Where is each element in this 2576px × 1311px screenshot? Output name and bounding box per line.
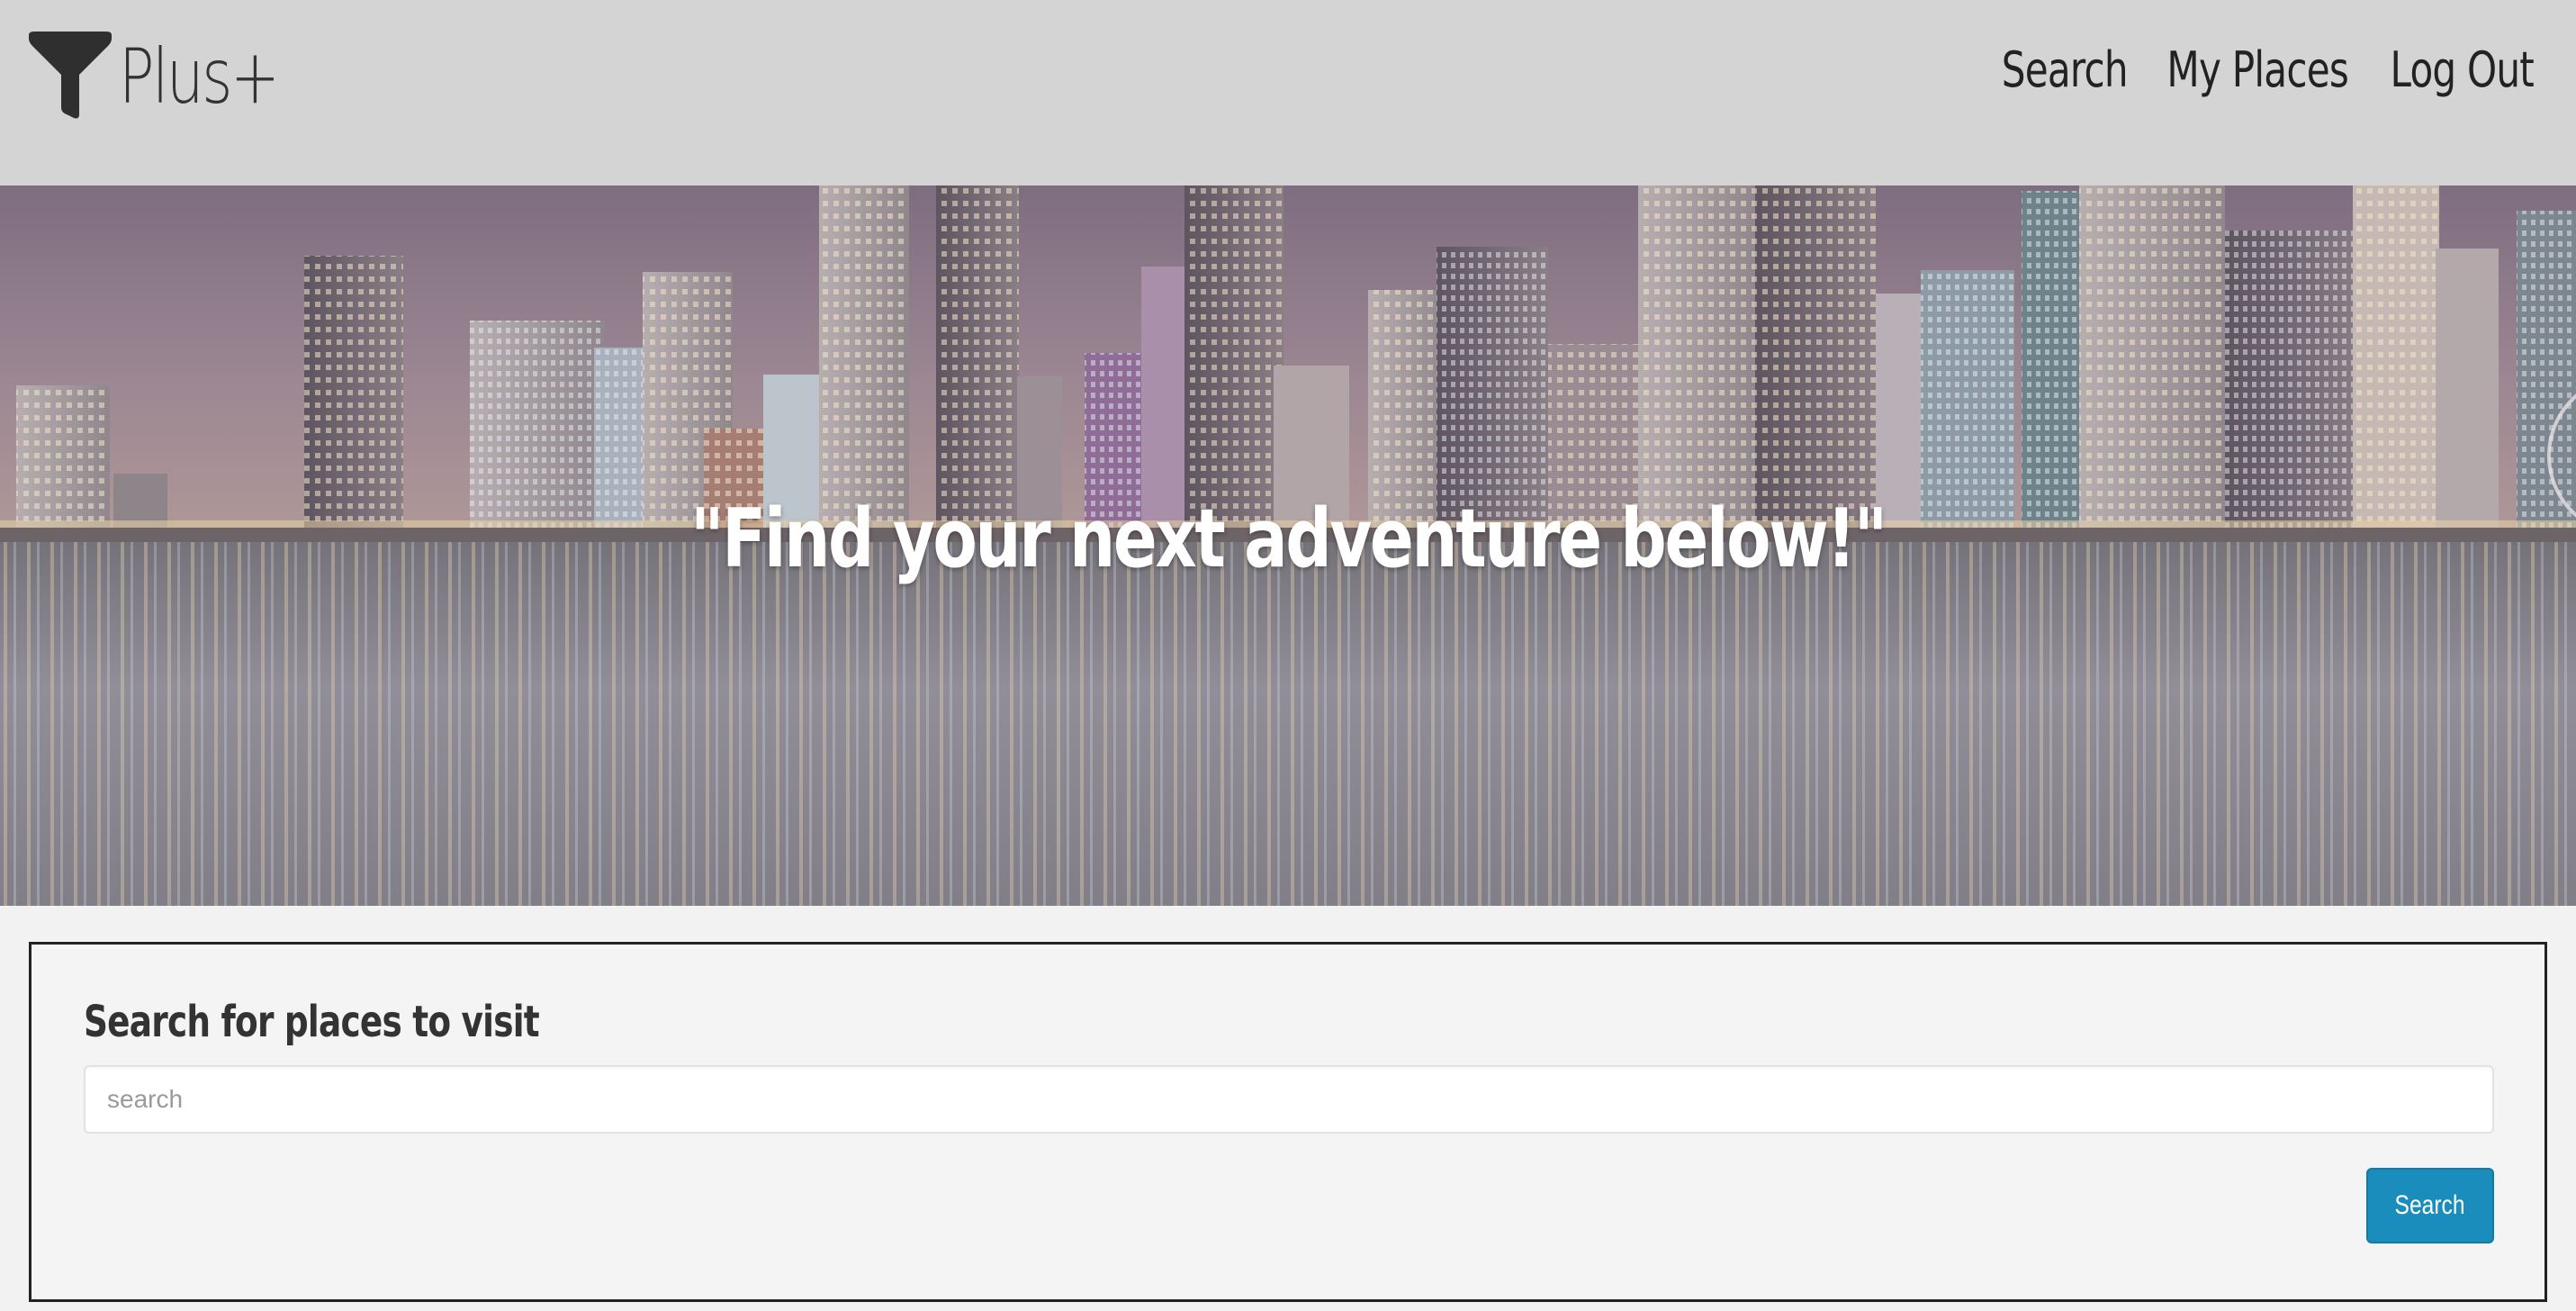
hero-tagline-text: "Find your next adventure below!" [690,492,1887,586]
hero-tagline: "Find your next adventure below!" [0,492,2576,586]
brand-logo-link[interactable]: Plus+ [27,27,322,126]
nav-my-places-link[interactable]: My Places [2166,43,2348,97]
funnel-icon [29,32,112,119]
search-heading: Search for places to visit [84,997,540,1047]
nav-search-link[interactable]: Search [2001,43,2128,97]
search-button[interactable]: Search [2366,1168,2494,1243]
search-panel: Search for places to visit Search [29,942,2547,1302]
nav-log-out-link[interactable]: Log Out [2391,43,2535,97]
brand-name: Plus+ [119,32,280,121]
main-nav: Search My Places Log Out [2001,43,2535,97]
navbar: Plus+ Search My Places Log Out [0,0,2576,185]
hero-banner: "Find your next adventure below!" [0,185,2576,906]
search-input[interactable] [84,1065,2494,1134]
search-button-label: Search [2395,1190,2465,1220]
